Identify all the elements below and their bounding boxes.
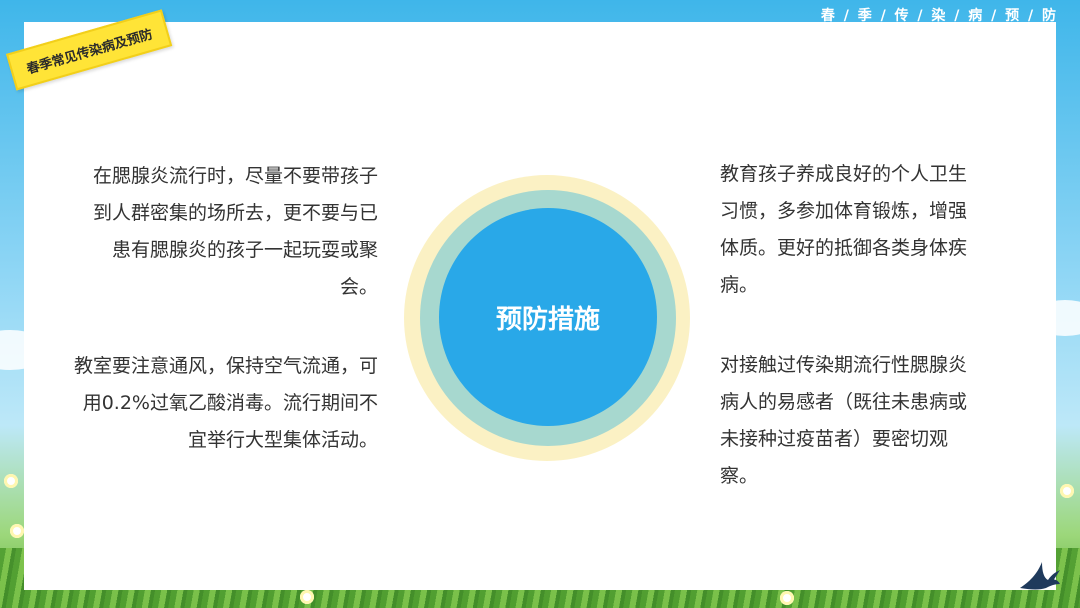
text-block-right-top: 教育孩子养成良好的个人卫生习惯，多参加体育锻炼，增强体质。更好的抵御各类身体疾病… (720, 163, 968, 296)
background-flower (300, 590, 314, 604)
background-flower (10, 524, 24, 538)
swallow-icon (1020, 562, 1060, 590)
text-block-left-bottom: 教室要注意通风，保持空气流通，可用0.2%过氧乙酸消毒。流行期间不宜举行大型集体… (73, 355, 378, 451)
center-label: 预防措施 (495, 304, 600, 335)
text-block-left-top: 在腮腺炎流行时，尽量不要带孩子到人群密集的场所去，更不要与已患有腮腺炎的孩子一起… (92, 165, 378, 298)
center-circle: 预防措施 (439, 208, 657, 426)
background-flower (4, 474, 18, 488)
background-flower (1060, 484, 1074, 498)
text-block-right-bottom: 对接触过传染期流行性腮腺炎病人的易感者（既往未患病或未接种过疫苗者）要密切观察。 (720, 354, 968, 487)
background-flower (780, 591, 794, 605)
